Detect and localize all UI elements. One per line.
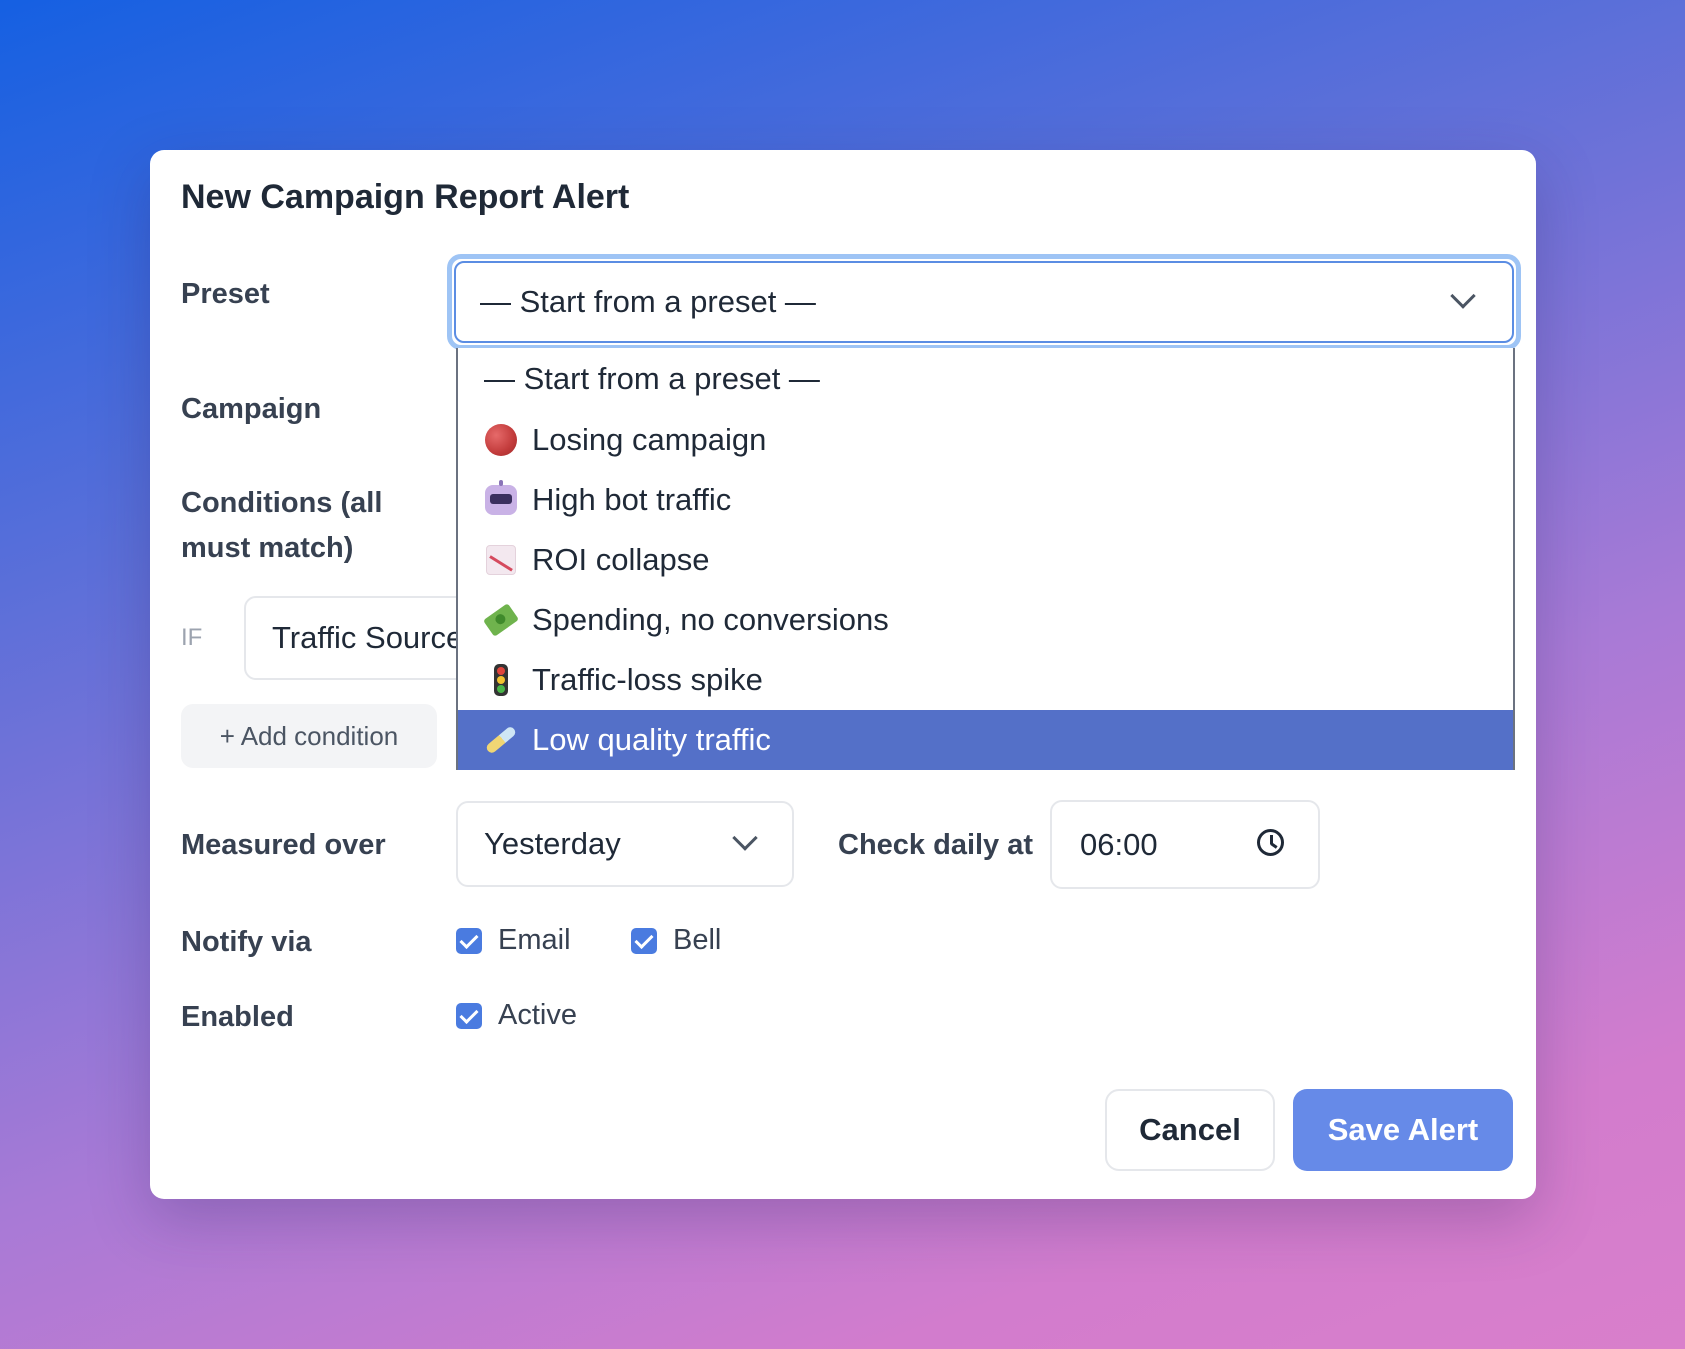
notify-bell-checkbox[interactable]: Bell [631, 924, 721, 957]
condition-field-value: Traffic Source [272, 620, 464, 655]
preset-dropdown: — Start from a preset — Losing campaign … [456, 348, 1515, 770]
chart-decreasing-icon [484, 543, 518, 577]
preset-option-high-bot-traffic[interactable]: High bot traffic [458, 470, 1513, 530]
preset-option-none[interactable]: — Start from a preset — [458, 348, 1513, 410]
add-condition-button[interactable]: + Add condition [181, 704, 437, 768]
save-alert-button[interactable]: Save Alert [1293, 1089, 1513, 1171]
preset-option-roi-collapse[interactable]: ROI collapse [458, 530, 1513, 590]
notify-via-label: Notify via [181, 926, 312, 958]
check-time-input[interactable]: 06:00 [1050, 800, 1320, 889]
condition-field-select[interactable]: Traffic Source [244, 596, 474, 680]
chevron-down-icon [1450, 283, 1476, 309]
check-daily-label: Check daily at [838, 829, 1034, 861]
chevron-down-icon [732, 825, 758, 851]
preset-option-spending-no-conversions[interactable]: Spending, no conversions [458, 590, 1513, 650]
test-tube-icon [484, 723, 518, 757]
robot-icon [484, 480, 518, 517]
preset-select[interactable]: — Start from a preset — [454, 261, 1514, 343]
enabled-active-label: Active [498, 999, 577, 1031]
traffic-light-icon [484, 663, 518, 697]
checkbox-checked-icon[interactable] [456, 927, 482, 954]
preset-selected-value: — Start from a preset — [480, 284, 816, 319]
money-with-wings-icon [482, 603, 520, 637]
conditions-label-line1: Conditions (all [181, 487, 383, 519]
preset-option-low-quality-traffic[interactable]: Low quality traffic [458, 710, 1513, 770]
checkbox-checked-icon[interactable] [631, 927, 657, 954]
notify-email-checkbox[interactable]: Email [456, 924, 571, 957]
enabled-active-checkbox[interactable]: Active [456, 999, 577, 1032]
measured-over-value: Yesterday [484, 826, 621, 861]
red-circle-icon [484, 423, 518, 457]
preset-option-traffic-loss-spike[interactable]: Traffic-loss spike [458, 650, 1513, 710]
alert-dialog: New Campaign Report Alert Preset — Start… [150, 150, 1536, 1199]
checkbox-checked-icon[interactable] [456, 1002, 482, 1029]
notify-email-label: Email [498, 924, 571, 956]
preset-select-focus-ring: — Start from a preset — [447, 254, 1521, 350]
enabled-label: Enabled [181, 1001, 294, 1033]
measured-over-select[interactable]: Yesterday [456, 801, 794, 887]
check-time-value: 06:00 [1080, 826, 1158, 862]
measured-over-label: Measured over [181, 829, 386, 861]
conditions-label-line2: must match) [181, 532, 354, 564]
clock-icon[interactable] [1257, 829, 1284, 856]
if-label: IF [181, 624, 203, 651]
preset-option-losing-campaign[interactable]: Losing campaign [458, 410, 1513, 470]
dialog-title: New Campaign Report Alert [181, 178, 630, 216]
notify-bell-label: Bell [673, 924, 722, 956]
campaign-label: Campaign [181, 393, 322, 425]
cancel-button[interactable]: Cancel [1105, 1089, 1275, 1171]
preset-label: Preset [181, 278, 270, 310]
